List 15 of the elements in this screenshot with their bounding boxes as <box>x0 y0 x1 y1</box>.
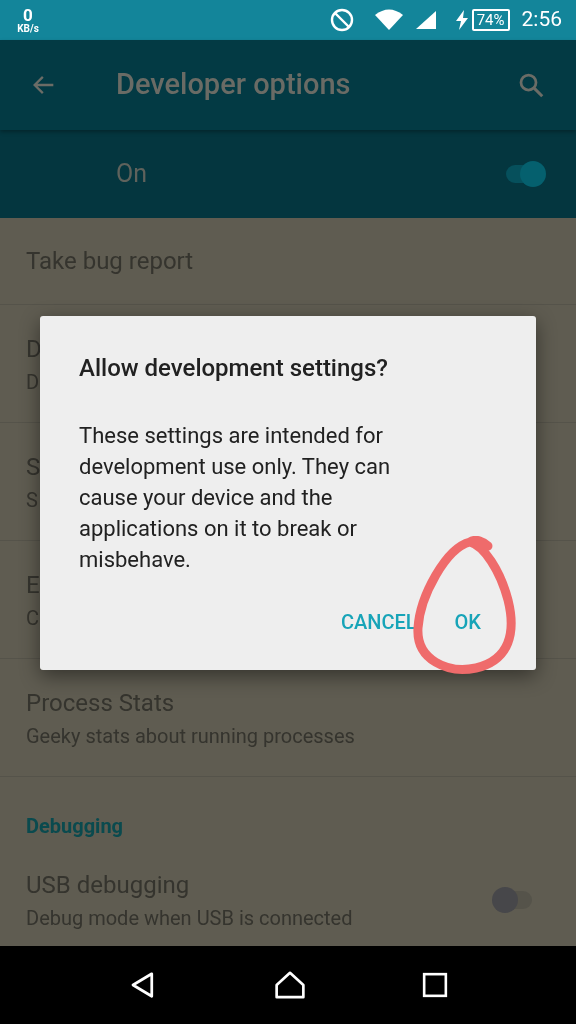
section-header: Debugging <box>26 814 124 838</box>
dialog-title: Allow development settings? <box>79 353 389 384</box>
wifi-icon <box>373 8 404 32</box>
do-not-disturb-icon <box>329 8 354 32</box>
battery-indicator: 74% <box>471 9 510 31</box>
network-speed-unit: KB/s <box>17 23 39 34</box>
screen-title: Developer options <box>116 66 352 104</box>
dialog-message: These settings are intended for development use only. They can cause your device and the applications on it to break or misbehave. <box>79 422 392 574</box>
home-icon[interactable] <box>273 970 307 1000</box>
master-switch-label: On <box>116 158 148 191</box>
recent-apps-icon[interactable] <box>422 972 449 998</box>
dialog-button[interactable]: OK <box>442 599 493 645</box>
dialog-button[interactable]: CANCEL <box>328 599 429 645</box>
network-speed-value: 0 <box>23 6 33 24</box>
clock: 2:56 <box>521 6 562 34</box>
